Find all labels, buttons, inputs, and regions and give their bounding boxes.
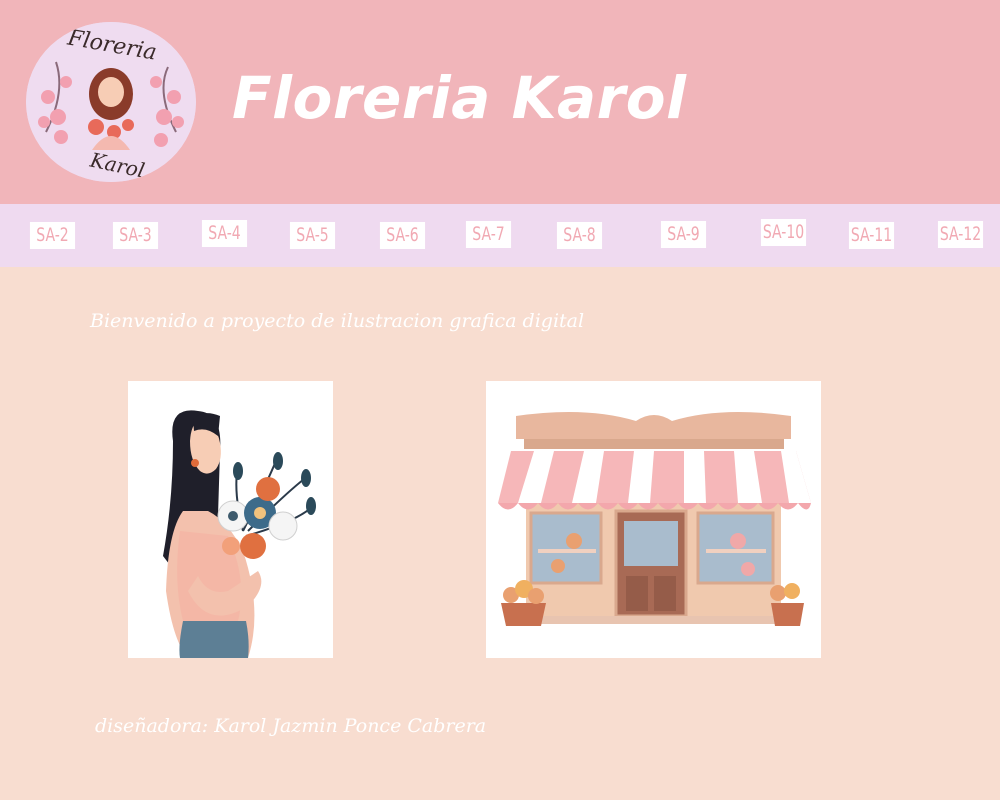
designer-credit: diseñadora: Karol Jazmin Ponce Cabrera [95,715,487,737]
nav-item-sa-3[interactable]: SA-3 [112,222,159,249]
woman-bouquet-image [128,381,333,658]
nav-item-sa-6[interactable]: SA-6 [379,222,426,249]
nav-item-sa-12[interactable]: SA-12 [937,221,984,248]
nav-bar: SA-2 SA-3 SA-4 SA-5 SA-6 SA-7 SA-8 SA-9 … [0,204,1000,267]
welcome-text: Bienvenido a proyecto de ilustracion gra… [90,310,585,332]
nav-item-sa-4[interactable]: SA-4 [201,220,248,247]
nav-item-sa-11[interactable]: SA-11 [848,222,895,249]
nav-item-sa-8[interactable]: SA-8 [556,222,603,249]
nav-item-sa-7[interactable]: SA-7 [465,221,512,248]
nav-item-sa-9[interactable]: SA-9 [660,221,707,248]
woman-bouquet-illustration [128,381,333,658]
flower-shop-image [486,381,821,658]
flower-shop-illustration [486,381,821,658]
nav-item-sa-10[interactable]: SA-10 [760,219,807,246]
logo-illustration: Floreria Karol [26,22,196,182]
floreria-logo[interactable]: Floreria Karol [26,22,196,182]
site-title: Floreria Karol [232,64,687,132]
nav-item-sa-5[interactable]: SA-5 [289,222,336,249]
header-banner: Floreria Karol Floreria Karol [0,0,1000,204]
nav-item-sa-2[interactable]: SA-2 [29,222,76,249]
